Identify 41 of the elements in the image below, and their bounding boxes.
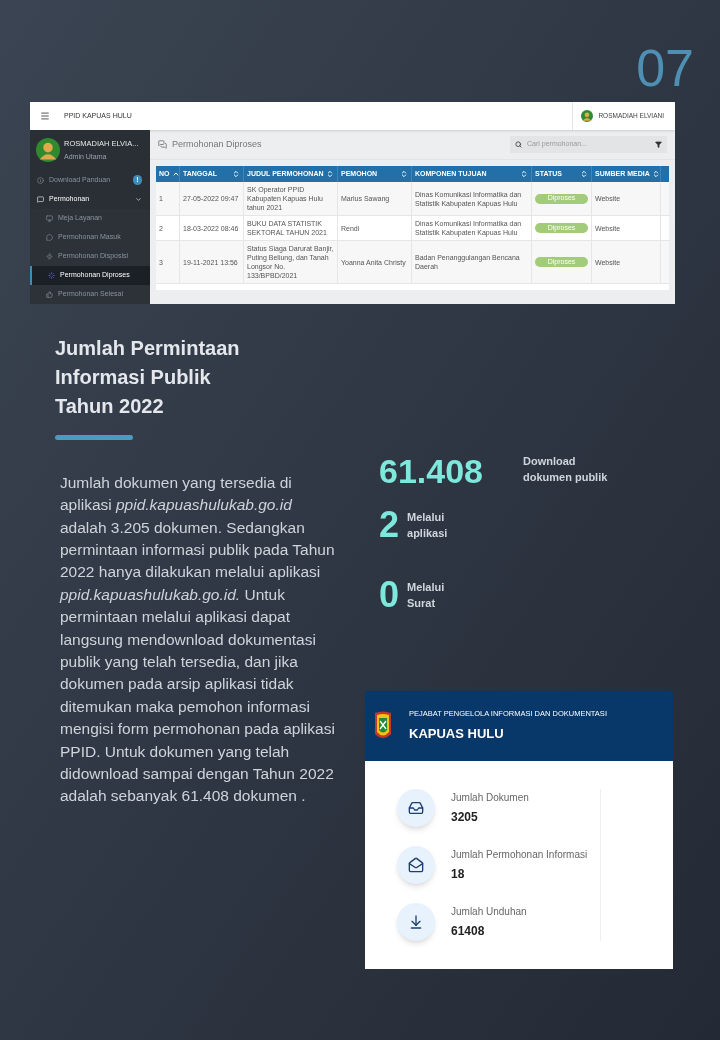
stat-caption: Melalui Surat bbox=[407, 579, 446, 611]
avatar-icon bbox=[581, 110, 594, 122]
stat-value: 3205 bbox=[451, 808, 479, 826]
chevron-down-icon bbox=[135, 195, 142, 203]
sort-icon[interactable] bbox=[651, 170, 660, 178]
stat-label: Jumlah Dokumen bbox=[451, 790, 529, 805]
search-icon bbox=[515, 141, 522, 148]
avatar-icon bbox=[36, 138, 60, 163]
download-icon bbox=[408, 913, 424, 930]
open-mail-icon bbox=[408, 856, 424, 873]
stat-number: 0 bbox=[379, 574, 400, 615]
filter-icon[interactable] bbox=[655, 141, 662, 148]
stat-number: 61.408 bbox=[379, 450, 483, 491]
stat-value: 18 bbox=[451, 865, 466, 883]
inbox-icon bbox=[408, 799, 424, 816]
stat-value: 61408 bbox=[451, 922, 486, 940]
stat-number: 2 bbox=[379, 504, 400, 545]
sort-icon[interactable] bbox=[520, 170, 528, 178]
stat-caption: Melalui aplikasi bbox=[407, 509, 449, 541]
stat-label: Jumlah Permohonan Informasi bbox=[451, 847, 588, 862]
slide-number: 07 bbox=[636, 40, 694, 99]
monitor-icon bbox=[46, 214, 53, 222]
sort-icon[interactable] bbox=[400, 170, 408, 178]
chat-icon bbox=[37, 195, 44, 203]
sort-icon[interactable] bbox=[326, 170, 334, 178]
spinner-icon bbox=[48, 271, 55, 279]
chat-icon bbox=[158, 140, 167, 149]
stat-caption: Download dokumen publik bbox=[523, 453, 609, 485]
menu-icon[interactable] bbox=[40, 111, 50, 121]
stat-label: Jumlah Unduhan bbox=[451, 904, 527, 919]
sort-icon[interactable] bbox=[232, 170, 240, 178]
sort-icon[interactable] bbox=[580, 170, 588, 178]
thumbs-up-icon bbox=[46, 290, 53, 298]
section-heading: Jumlah Permintaan Informasi Publik Tahun 2022 bbox=[55, 335, 240, 419]
card-title: KAPUAS HULU bbox=[409, 724, 505, 743]
info-icon bbox=[37, 176, 44, 184]
page-title: Permohonan Diproses bbox=[172, 137, 262, 151]
description-paragraph: Jumlah dokumen yang tersedia di aplikasi ppid.kapuashulukab.go.id adalah 3.205 dokumen. Sedangkan permintaan informasi publik pada Tahun 2022 hanya dilakukan melalui aplikasi ppid.kapuashulukab.go.id. Untuk permintaan melalui aplikasi dapat langsung mendownload dokumentasi publik yang telah tersedia, dan jika dokumen pada arsip aplikasi tidak ditemukan maka pemohon informasi mengisi form permohonan pada aplikasi PPID. Untuk dokumen yang telah didownload sampai dengan Tahun 2022 adalah sebanyak 61.408 dokumen . bbox=[60, 472, 336, 807]
speech-bubble-icon bbox=[46, 233, 53, 241]
sort-ascending-icon[interactable] bbox=[171, 170, 180, 178]
lightning-icon bbox=[46, 252, 53, 260]
